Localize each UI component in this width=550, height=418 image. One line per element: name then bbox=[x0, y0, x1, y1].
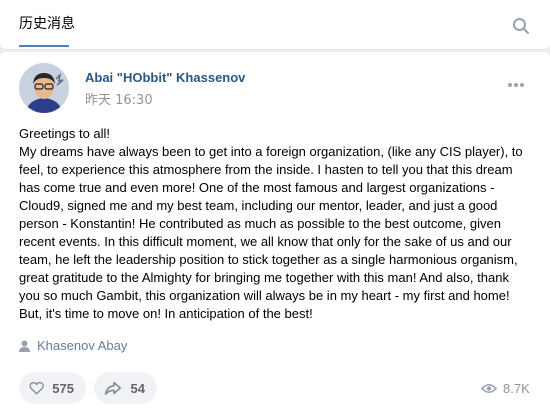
post-signer[interactable]: Khasenov Abay bbox=[19, 338, 127, 353]
post-time[interactable]: 昨天 16:30 bbox=[85, 89, 153, 108]
user-icon bbox=[19, 340, 30, 352]
post-actions: 575 54 bbox=[19, 372, 157, 404]
eye-icon bbox=[481, 383, 497, 394]
tab-active-indicator bbox=[19, 45, 69, 47]
post-text: Greetings to all! My dreams have always … bbox=[19, 126, 523, 321]
views-counter: 8.7K bbox=[481, 381, 530, 396]
heart-icon bbox=[29, 381, 44, 395]
share-count: 54 bbox=[130, 380, 145, 396]
search-icon[interactable] bbox=[512, 17, 530, 35]
header-bar: 历史消息 bbox=[0, 0, 550, 50]
view-count: 8.7K bbox=[503, 381, 530, 396]
share-icon bbox=[104, 381, 121, 395]
tab-history[interactable]: 历史消息 bbox=[19, 13, 75, 33]
post-card: Abai "HObbit" Khassenov 昨天 16:30 Greetin… bbox=[0, 52, 550, 418]
signer-name: Khasenov Abay bbox=[37, 338, 128, 353]
avatar[interactable] bbox=[19, 63, 69, 113]
share-button[interactable]: 54 bbox=[94, 372, 157, 404]
like-button[interactable]: 575 bbox=[19, 372, 86, 404]
author-name[interactable]: Abai "HObbit" Khassenov bbox=[85, 70, 245, 85]
more-options-icon[interactable] bbox=[507, 82, 525, 88]
like-count: 575 bbox=[52, 380, 74, 396]
